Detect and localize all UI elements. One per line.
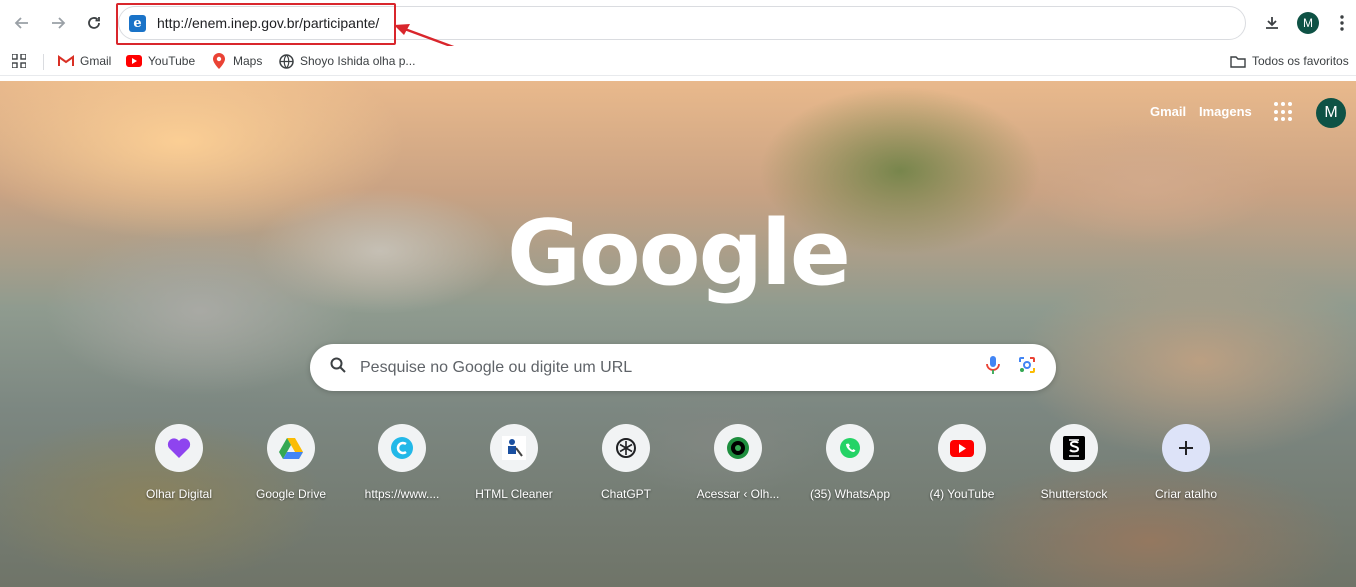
bookmark-youtube[interactable]: YouTube (126, 52, 195, 70)
gmail-icon (58, 53, 74, 69)
shortcut-icon-container (938, 424, 986, 472)
shortcut-label: https://www.... (364, 487, 440, 501)
shortcut-icon-container (602, 424, 650, 472)
maps-icon (211, 53, 227, 69)
reload-button[interactable] (80, 9, 108, 37)
cleaner-icon (502, 436, 526, 460)
shortcut-acessar-olhar[interactable]: Acessar ‹ Olh... (683, 424, 793, 501)
download-icon (1266, 17, 1278, 29)
shortcut-label: (35) WhatsApp (809, 487, 891, 501)
bookmark-label: Gmail (80, 54, 112, 68)
google-account-avatar[interactable]: M (1316, 98, 1346, 128)
folder-icon (1230, 53, 1246, 69)
c-letter-icon (391, 437, 413, 459)
bookmark-label: Maps (233, 54, 263, 68)
profile-button[interactable]: M (1294, 9, 1322, 37)
shortcut-google-drive[interactable]: Google Drive (236, 424, 346, 501)
drive-icon (279, 437, 303, 459)
forward-button[interactable] (44, 9, 72, 37)
bookmarks-divider (43, 54, 44, 70)
plus-icon (1179, 441, 1193, 455)
shortcut-label: ChatGPT (600, 487, 651, 501)
shortcut-icon-container (267, 424, 315, 472)
all-bookmarks-label: Todos os favoritos (1252, 54, 1349, 68)
shortcut-shutterstock[interactable]: Shutterstock (1019, 424, 1129, 501)
shortcut-icon-container (826, 424, 874, 472)
search-icon (330, 357, 346, 378)
bookmark-maps[interactable]: Maps (211, 52, 262, 70)
back-button[interactable] (8, 9, 36, 37)
shortcut-html-cleaner[interactable]: HTML Cleaner (459, 424, 569, 501)
shortcut-icon-container (378, 424, 426, 472)
google-apps-icon[interactable] (1274, 102, 1294, 122)
search-box[interactable]: Pesquise no Google ou digite um URL (310, 344, 1056, 391)
shortcut-icon-container (714, 424, 762, 472)
bookmark-gmail[interactable]: Gmail (58, 52, 111, 70)
chatgpt-icon (616, 438, 636, 458)
url-text[interactable]: http://enem.inep.gov.br/participante/ (157, 15, 379, 31)
gmail-link[interactable]: Gmail (1150, 104, 1186, 119)
shortcut-olhar-digital[interactable]: Olhar Digital (124, 424, 234, 501)
youtube-icon (126, 53, 142, 69)
shortcut-icon-container (1162, 424, 1210, 472)
shortcut-chatgpt[interactable]: ChatGPT (571, 424, 681, 501)
shortcut-youtube[interactable]: (4) YouTube (907, 424, 1017, 501)
shortcut-label: Google Drive (255, 487, 327, 501)
shortcut-label: Olhar Digital (145, 487, 213, 501)
address-bar[interactable]: e http://enem.inep.gov.br/participante/ (118, 6, 1246, 40)
globe-icon (278, 53, 294, 69)
bookmarks-bar: Gmail YouTube Maps Shoyo Ishida olha p..… (0, 46, 1356, 76)
apps-shortcut-button[interactable] (12, 52, 26, 70)
more-vertical-icon (1340, 15, 1344, 31)
microphone-icon[interactable] (986, 355, 1000, 380)
shutterstock-icon (1063, 436, 1085, 460)
new-tab-page: Gmail Imagens M Google Pesquise no Googl… (0, 81, 1356, 587)
shortcut-label: Acessar ‹ Olh... (696, 487, 780, 501)
youtube-icon (950, 439, 974, 457)
shortcut-icon-container (1050, 424, 1098, 472)
shortcut-whatsapp[interactable]: (35) WhatsApp (795, 424, 905, 501)
arrow-left-icon (14, 17, 28, 29)
shortcut-label: Shutterstock (1040, 487, 1108, 501)
shortcut-label: Criar atalho (1154, 487, 1218, 501)
whatsapp-icon (840, 438, 860, 458)
avatar: M (1297, 12, 1319, 34)
shortcut-label: (4) YouTube (929, 487, 995, 501)
bookmark-label: YouTube (148, 54, 196, 68)
bookmark-shoyo[interactable]: Shoyo Ishida olha p... (278, 52, 415, 70)
shortcut-https[interactable]: https://www.... (347, 424, 457, 501)
all-bookmarks-button[interactable]: Todos os favoritos (1230, 52, 1349, 70)
search-input[interactable]: Pesquise no Google ou digite um URL (360, 359, 986, 377)
images-link[interactable]: Imagens (1199, 104, 1252, 119)
arrow-right-icon (52, 17, 66, 29)
menu-button[interactable] (1328, 9, 1356, 37)
heart-icon (167, 438, 191, 458)
apps-grid-icon (12, 54, 26, 68)
download-button[interactable] (1258, 9, 1286, 37)
shortcut-icon-container (155, 424, 203, 472)
reload-icon (88, 17, 100, 29)
browser-toolbar: e http://enem.inep.gov.br/participante/ … (0, 0, 1356, 64)
google-logo: Google (507, 201, 851, 306)
lens-camera-icon[interactable] (1018, 356, 1036, 379)
shortcut-icon-container (490, 424, 538, 472)
site-favicon-icon: e (129, 14, 146, 32)
bookmark-label: Shoyo Ishida olha p... (300, 54, 416, 68)
shortcut-label: HTML Cleaner (475, 487, 553, 501)
add-shortcut-button[interactable]: Criar atalho (1131, 424, 1241, 501)
target-icon (727, 437, 749, 459)
